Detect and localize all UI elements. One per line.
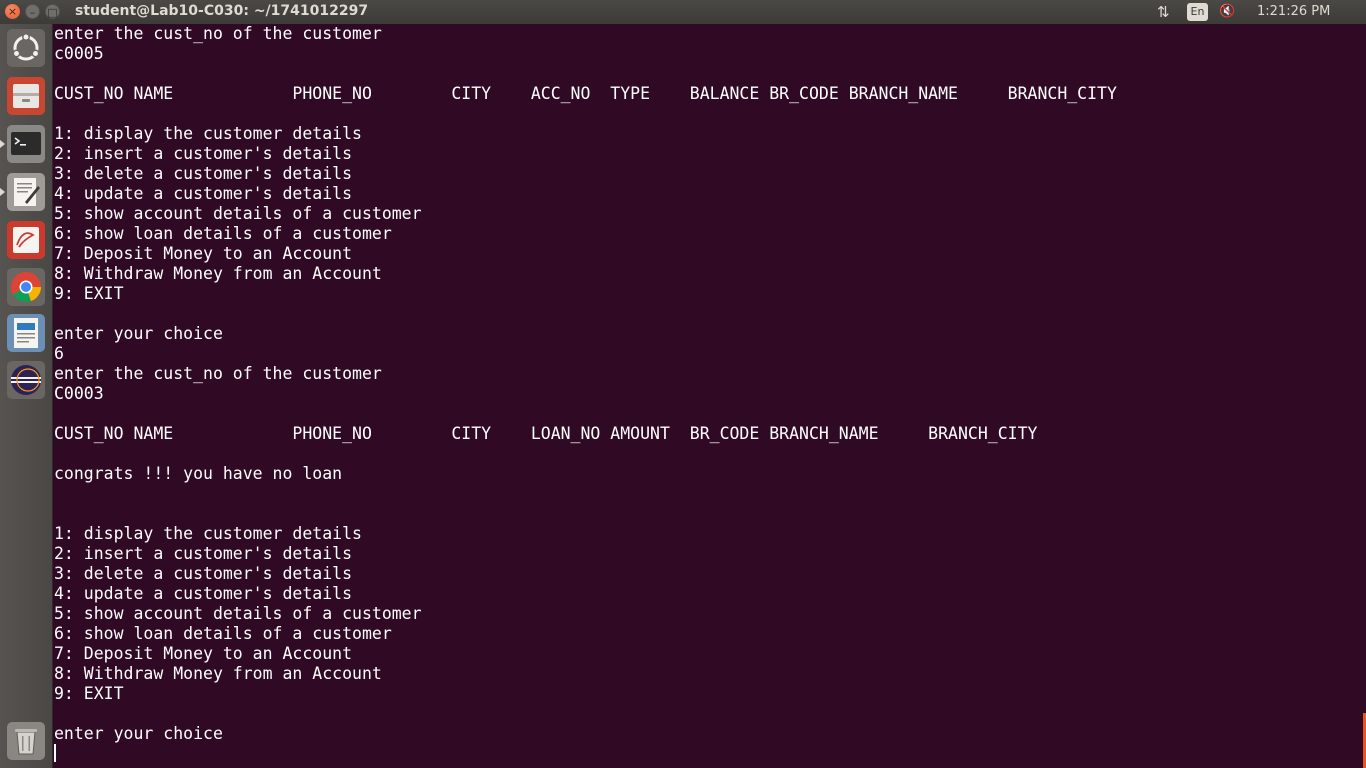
network-icon[interactable]: ⇅ bbox=[1157, 0, 1170, 24]
terminal-line: 8: Withdraw Money from an Account bbox=[54, 264, 382, 283]
launcher-text-editor[interactable] bbox=[5, 171, 47, 213]
launcher-chrome[interactable] bbox=[5, 266, 47, 308]
terminal-line: 2: insert a customer's details bbox=[54, 544, 353, 563]
terminal-line: 8: Withdraw Money from an Account bbox=[54, 664, 382, 683]
terminal-line: enter your choice bbox=[54, 324, 223, 343]
minimize-window-button[interactable]: – bbox=[25, 4, 40, 19]
terminal-line: CUST_NO NAME PHONE_NO CITY ACC_NO TYPE B… bbox=[54, 84, 1117, 103]
terminal-line: 7: Deposit Money to an Account bbox=[54, 244, 353, 263]
keyboard-layout-indicator[interactable]: En bbox=[1187, 3, 1208, 21]
terminal-line: 5: show account details of a customer bbox=[54, 204, 422, 223]
launcher-trash[interactable] bbox=[5, 720, 47, 762]
terminal-line: 6: show loan details of a customer bbox=[54, 624, 392, 643]
terminal-line: 9: EXIT bbox=[54, 684, 124, 703]
launcher-terminal[interactable] bbox=[5, 123, 47, 165]
terminal-window[interactable]: enter the cust_no of the customer c0005 CU… bbox=[53, 24, 1366, 768]
terminal-line: enter your choice bbox=[54, 724, 223, 743]
clock[interactable]: 1:21:26 PM bbox=[1257, 0, 1330, 24]
launcher-eclipse[interactable] bbox=[5, 359, 47, 401]
launcher-files[interactable] bbox=[5, 75, 47, 117]
document-writer-icon bbox=[7, 314, 45, 352]
launcher bbox=[0, 24, 53, 768]
terminal-line: 4: update a customer's details bbox=[54, 184, 353, 203]
terminal-line: CUST_NO NAME PHONE_NO CITY LOAN_NO AMOUN… bbox=[54, 424, 1038, 443]
text-editor-icon bbox=[7, 173, 45, 211]
launcher-dash-home[interactable] bbox=[5, 27, 47, 69]
file-cabinet-icon bbox=[7, 77, 45, 115]
window-title: student@Lab10-C030: ~/1741012297 bbox=[75, 3, 369, 19]
terminal-line: 3: delete a customer's details bbox=[54, 564, 353, 583]
terminal-line: C0003 bbox=[54, 384, 104, 403]
terminal-line: 1: display the customer details bbox=[54, 124, 362, 143]
terminal-line: 2: insert a customer's details bbox=[54, 144, 353, 163]
close-window-button[interactable]: × bbox=[5, 4, 20, 19]
volume-muted-icon[interactable]: 🔇 bbox=[1219, 0, 1235, 24]
terminal-line: 4: update a customer's details bbox=[54, 584, 353, 603]
terminal-icon bbox=[7, 125, 45, 163]
terminal-line: congrats !!! you have no loan bbox=[54, 464, 343, 483]
trash-icon bbox=[7, 722, 45, 760]
terminal-line: enter the cust_no of the customer bbox=[54, 364, 382, 383]
terminal-line: enter the cust_no of the customer bbox=[54, 24, 382, 43]
terminal-line: 6: show loan details of a customer bbox=[54, 224, 392, 243]
top-panel: × – □ student@Lab10-C030: ~/1741012297 ⇅… bbox=[0, 0, 1366, 24]
terminal-line: c0005 bbox=[54, 44, 104, 63]
launcher-pdf-viewer[interactable] bbox=[5, 219, 47, 261]
pdf-viewer-icon bbox=[7, 221, 45, 259]
terminal-output: enter the cust_no of the customer c0005 CU… bbox=[53, 24, 1366, 744]
eclipse-icon bbox=[7, 361, 45, 399]
terminal-line: 5: show account details of a customer bbox=[54, 604, 422, 623]
ubuntu-logo-icon bbox=[7, 29, 45, 67]
terminal-line: 3: delete a customer's details bbox=[54, 164, 353, 183]
terminal-line: 7: Deposit Money to an Account bbox=[54, 644, 353, 663]
terminal-line: 9: EXIT bbox=[54, 284, 124, 303]
chrome-icon bbox=[7, 268, 45, 306]
terminal-line: 6 bbox=[54, 344, 64, 363]
terminal-line: 1: display the customer details bbox=[54, 524, 362, 543]
launcher-writer[interactable] bbox=[5, 312, 47, 354]
maximize-window-button[interactable]: □ bbox=[45, 4, 60, 19]
text-cursor bbox=[54, 744, 56, 762]
